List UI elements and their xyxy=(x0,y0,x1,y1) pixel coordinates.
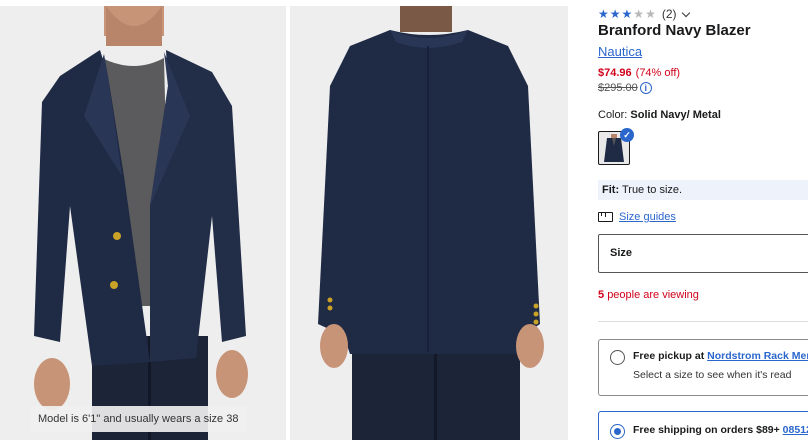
pickup-title: Free pickup at Nordstrom Rack Mer xyxy=(633,350,808,362)
ruler-icon xyxy=(598,212,613,222)
color-label: Color: xyxy=(598,109,628,121)
product-image-back[interactable] xyxy=(290,6,568,440)
shipping-option[interactable]: Free shipping on orders $89+ 08512 xyxy=(598,411,808,440)
pickup-note: Select a size to see when it's read xyxy=(633,369,792,381)
shipping-title: Free shipping on orders $89+ 08512 xyxy=(633,424,808,436)
shipping-radio[interactable] xyxy=(610,424,625,439)
review-count: (2) xyxy=(661,7,677,21)
viewing-text: people are viewing xyxy=(607,289,699,301)
star-icon: ★ xyxy=(633,7,645,21)
viewing-count-notice: 5 people are viewing xyxy=(598,289,699,301)
pickup-prefix: Free pickup at xyxy=(633,350,705,362)
star-icon: ★ xyxy=(609,7,621,21)
color-value: Solid Navy/ Metal xyxy=(630,109,721,121)
product-image-front[interactable]: Model is 6'1" and usually wears a size 3… xyxy=(0,6,286,440)
size-guides-label: Size guides xyxy=(619,211,676,223)
shipping-zip-link[interactable]: 08512 xyxy=(783,424,808,436)
divider xyxy=(598,321,808,322)
original-price: $295.00 xyxy=(598,82,638,94)
fit-info: Fit: True to size. xyxy=(598,180,808,200)
price-row: $74.96 (74% off) xyxy=(598,67,680,79)
rating-summary[interactable]: ★ ★ ★ ★ ★ (2) xyxy=(598,6,690,22)
blazer-front-illustration xyxy=(34,6,248,440)
star-icon: ★ xyxy=(598,7,609,21)
size-guides-link[interactable]: Size guides xyxy=(598,209,676,225)
original-price-row: $295.00 i xyxy=(598,82,652,94)
product-info-panel: ★ ★ ★ ★ ★ (2) Branford Navy Blazer Nautica $… xyxy=(598,0,808,440)
model-size-caption: Model is 6'1" and usually wears a size 3… xyxy=(30,406,247,432)
fit-value: True to size. xyxy=(621,184,683,196)
pickup-radio[interactable] xyxy=(610,350,625,365)
brand-link[interactable]: Nautica xyxy=(598,44,642,59)
info-icon[interactable]: i xyxy=(639,82,652,94)
shipping-prefix: Free shipping on orders $89+ xyxy=(633,424,780,436)
pickup-store-link[interactable]: Nordstrom Rack Mer xyxy=(707,350,808,362)
color-selection-label: Color: Solid Navy/ Metal xyxy=(598,109,721,121)
size-select[interactable]: Size xyxy=(598,234,808,273)
star-icon: ★ xyxy=(621,7,633,21)
sale-price: $74.96 xyxy=(598,67,632,79)
check-icon: ✓ xyxy=(620,128,634,142)
rating-stars: ★ ★ ★ ★ ★ xyxy=(598,8,656,20)
blazer-back-illustration xyxy=(318,6,544,440)
chevron-down-icon xyxy=(681,8,690,17)
discount-percent: (74% off) xyxy=(635,67,681,79)
pickup-option[interactable]: Free pickup at Nordstrom Rack Mer Select… xyxy=(598,339,808,396)
product-title: Branford Navy Blazer xyxy=(598,22,751,39)
fit-label: Fit: xyxy=(602,184,620,196)
viewing-count: 5 xyxy=(598,289,605,301)
star-icon: ★ xyxy=(645,7,656,21)
